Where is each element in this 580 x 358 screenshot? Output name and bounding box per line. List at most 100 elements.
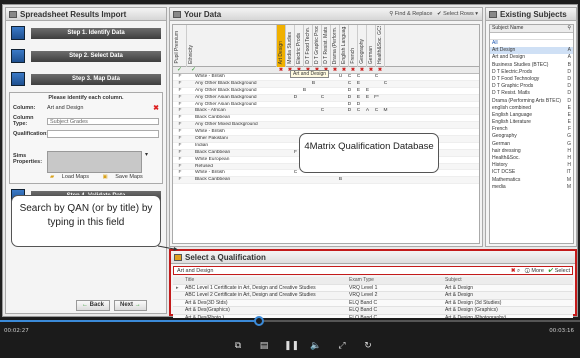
- subject-item[interactable]: Drama (Performing Arts BTEC) D: [490, 98, 573, 105]
- subject-item[interactable]: Health&Soc. H: [490, 155, 573, 162]
- column-type-select[interactable]: Subject Grades: [47, 117, 159, 125]
- subject-item[interactable]: French F: [490, 126, 573, 133]
- grade-cell: C: [356, 108, 361, 114]
- import-title-text: Spreadsheet Results Import: [20, 10, 127, 19]
- subject-item[interactable]: German G: [490, 141, 573, 148]
- seek-bar[interactable]: [0, 316, 580, 326]
- title-column-header[interactable]: Title: [185, 277, 345, 285]
- subjects-filter[interactable]: [490, 33, 573, 40]
- step-1-label[interactable]: Step 1. Identify Data: [31, 28, 161, 39]
- fullscreen-icon[interactable]: ⤢: [336, 341, 348, 351]
- column-header[interactable]: D T Food Techn.: [304, 25, 313, 67]
- table-row[interactable]: F Any Other Black Background B C E C: [173, 80, 479, 88]
- qualification-row[interactable]: Art & Des(Graphics) ELQ Band C Art & Desig…: [173, 307, 573, 315]
- column-header[interactable]: German: [367, 25, 376, 67]
- save-maps-button[interactable]: ▣ Save Maps: [103, 174, 149, 180]
- qualification-search-input[interactable]: Art and Design ✖ ⌕ ⓘ More ✔ Select: [173, 266, 573, 275]
- column-header[interactable]: Pupil Premium: [173, 25, 187, 67]
- subject-item[interactable]: ICT DCSE IT: [490, 169, 573, 176]
- grade-cell: C: [347, 80, 352, 86]
- search-icon[interactable]: ⚲: [567, 25, 571, 31]
- load-maps-button[interactable]: ▰ Load Maps: [50, 174, 95, 180]
- column-header[interactable]: English Languag.: [340, 25, 349, 67]
- subject-item[interactable]: Art Design A: [490, 47, 573, 55]
- table-row[interactable]: F Any Other Black Background B D E E: [173, 88, 479, 95]
- subjects-list[interactable]: Subject Name ⚲ All Art Design A Art and Des…: [489, 24, 574, 244]
- pause-icon[interactable]: ❚❚: [284, 341, 299, 351]
- more-button[interactable]: ⓘ More: [525, 268, 544, 274]
- sims-properties-list[interactable]: [47, 151, 142, 173]
- clear-column-icon[interactable]: ✖: [153, 104, 159, 112]
- find-replace-button[interactable]: ⚲ Find & Replace: [389, 11, 432, 17]
- volume-icon[interactable]: 🔈: [310, 341, 322, 351]
- column-header[interactable]: Ethnicity: [187, 25, 277, 67]
- subject-column-header[interactable]: Subject: [445, 277, 565, 285]
- subject-item[interactable]: D T Resist. Matls D: [490, 90, 573, 97]
- exam-type-column-header[interactable]: Exam Type: [349, 277, 439, 285]
- select-button[interactable]: ✔ Select: [549, 268, 570, 274]
- back-button[interactable]: ← Back: [76, 300, 111, 311]
- current-time: 00:02:27: [4, 328, 29, 334]
- qualification-row[interactable]: Art & Des(3D Stds) ELQ Band C Art & Design…: [173, 299, 573, 307]
- pupil-premium-cell: F: [178, 129, 182, 135]
- step-2[interactable]: Step 2. Select Data: [9, 47, 163, 67]
- qualification-row[interactable]: ▸ ABC Level 1 Certificate in Art, Design …: [173, 284, 573, 292]
- column-header[interactable]: Media Studies: [286, 25, 295, 67]
- step-1[interactable]: Step 1. Identify Data: [9, 24, 163, 44]
- subject-item[interactable]: D T Graphic Prods D: [490, 83, 573, 90]
- next-button[interactable]: Next →: [114, 300, 147, 311]
- column-header[interactable]: Electric Prods: [295, 25, 304, 67]
- disk-icon: ▣: [102, 174, 108, 180]
- subject-item[interactable]: Geography G: [490, 133, 573, 140]
- ethnicity-cell: Any Other Black Background: [195, 80, 257, 86]
- table-row[interactable]: F Any Other Asian Background D C D E E F*: [173, 94, 479, 102]
- subject-item[interactable]: Mathematics M: [490, 177, 573, 184]
- step-2-label[interactable]: Step 2. Select Data: [31, 51, 161, 62]
- subject-code: H: [567, 147, 571, 154]
- column-header[interactable]: Drama (Perform.: [331, 25, 340, 67]
- search-value: Art and Design: [177, 268, 214, 274]
- subject-item[interactable]: D T Food Technology D: [490, 76, 573, 83]
- subject-item[interactable]: Business Studies (BTEC) B: [490, 62, 573, 69]
- subject-name: Art and Design: [492, 54, 526, 61]
- replay-icon[interactable]: ↻: [362, 341, 374, 351]
- subject-item[interactable]: D T Electric.Prods D: [490, 69, 573, 76]
- subject-item[interactable]: Art and Design A: [490, 54, 573, 61]
- subject-item[interactable]: History H: [490, 162, 573, 169]
- column-header[interactable]: Health&Soc. GCS: [376, 25, 385, 67]
- subject-name: hair dressing: [492, 147, 521, 154]
- table-row[interactable]: F Any Other Asian Background D D: [173, 102, 479, 109]
- clear-search-icon[interactable]: ✖: [511, 268, 516, 274]
- qualification-field[interactable]: [47, 130, 159, 138]
- captions-icon[interactable]: ▤: [258, 341, 270, 351]
- your-data-panel: Your Data ⚲ Find & Replace ✔ Select Rows…: [169, 7, 483, 247]
- select-rows-button[interactable]: ✔ Select Rows ▾: [437, 11, 478, 17]
- column-header-label: D T Resist. Mats: [323, 27, 329, 64]
- subject-item[interactable]: English Language E: [490, 112, 573, 119]
- table-row[interactable]: F Black - African C D C A C M: [173, 108, 479, 116]
- seek-handle[interactable]: [253, 316, 264, 326]
- subject-item[interactable]: english combined E: [490, 105, 573, 112]
- total-time: 00:03:16: [549, 328, 574, 334]
- subject-item[interactable]: media M: [490, 184, 573, 191]
- column-header[interactable]: French: [349, 25, 358, 67]
- table-row[interactable]: F Black Caribbean B: [173, 177, 479, 185]
- subject-item[interactable]: All: [490, 40, 573, 47]
- subject-name: English Language: [492, 111, 533, 118]
- subject-item[interactable]: hair dressing H: [490, 148, 573, 155]
- column-header[interactable]: D T Resist. Mats: [322, 25, 331, 67]
- grade-cell: D: [356, 101, 361, 107]
- column-header[interactable]: Art Design: [277, 25, 286, 67]
- cast-icon[interactable]: ⧉: [232, 341, 244, 351]
- table-row[interactable]: F Any Other Mixed Background: [173, 122, 479, 130]
- table-row[interactable]: F Black Caribbean: [173, 115, 479, 123]
- unmapped-x-icon: ✖: [368, 67, 374, 73]
- qualification-row[interactable]: ABC Level 2 Certificate in Art, Design a…: [173, 292, 573, 300]
- add-property-icon[interactable]: ▾: [145, 151, 148, 158]
- step-3-label[interactable]: Step 3. Map Data: [31, 74, 161, 85]
- load-maps-label: Load Maps: [61, 174, 89, 180]
- subject-item[interactable]: English Literature E: [490, 119, 573, 126]
- column-header[interactable]: Geography: [358, 25, 367, 67]
- step-3[interactable]: Step 3. Map Data: [9, 70, 163, 90]
- column-header[interactable]: D T Graphic Prods: [313, 25, 322, 67]
